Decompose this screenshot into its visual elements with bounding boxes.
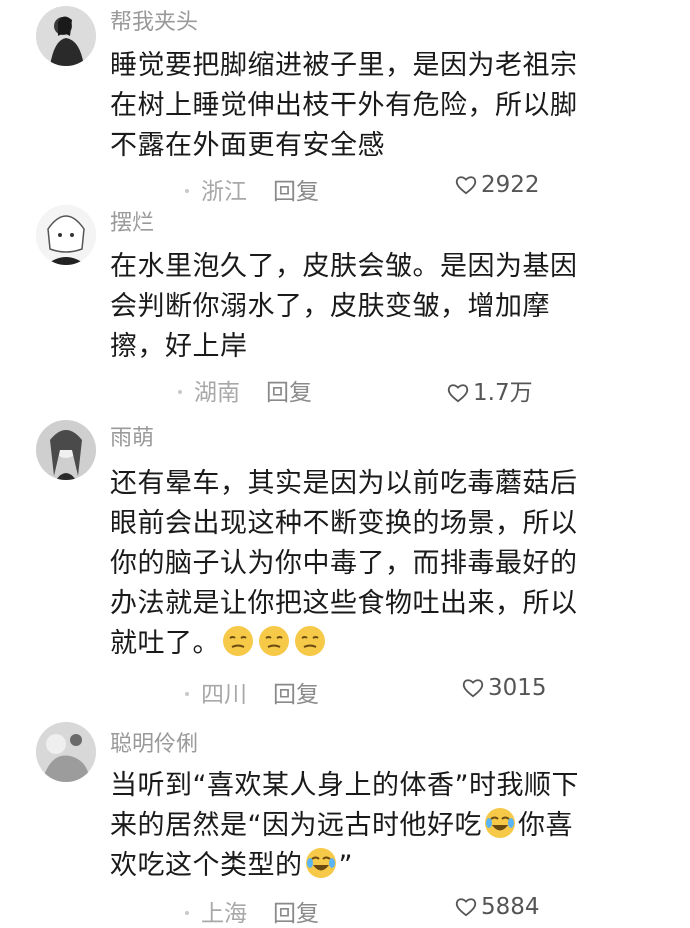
username[interactable]: 帮我夹头 [110,4,198,36]
username[interactable]: 摆烂 [110,205,154,237]
location-label: 湖南 [194,380,240,406]
heart-icon [455,898,477,917]
location-label: 上海 [201,901,247,927]
comment-text: 在水里泡久了，皮肤会皱。是因为基因 会判断你溺水了，皮肤变皱，增加摩 擦，好上岸 [110,247,630,367]
comment-line: 欢吃这个类型的 ” [110,846,630,886]
reply-button[interactable]: 回复 [273,179,319,205]
comment-line: 眼前会出现这种不断变换的场景，所以 [110,508,578,539]
dot-icon [185,911,189,915]
comment-line-text: 就吐了。 [110,628,220,659]
comment-line: 你的脑子认为你中毒了，而排毒最好的 [110,548,578,579]
laugh-cry-emoji-icon [304,846,338,880]
comment-line-text: 欢吃这个类型的 [110,850,303,881]
username[interactable]: 聪明伶俐 [110,726,198,758]
comment-text: 还有晕车，其实是因为以前吃毒蘑菇后 眼前会出现这种不断变换的场景，所以 你的脑子… [110,464,630,664]
like-count: 3015 [488,675,547,701]
avatar[interactable] [36,420,96,480]
laugh-cry-emoji-icon [483,806,517,840]
location-label: 浙江 [201,179,247,205]
smirk-emoji-icon [221,624,255,658]
comment-line: 在树上睡觉伸出枝干外有危险，所以脚 [110,90,578,121]
dot-icon [185,692,189,696]
like-button[interactable]: 2922 [455,172,540,198]
comment-line: 来的居然是“因为远古时他好吃 你喜 [110,806,630,846]
location-label: 四川 [201,682,247,708]
comment-line: 会判断你溺水了，皮肤变皱，增加摩 [110,291,550,322]
avatar[interactable] [36,205,96,265]
comment-line-text: 来的居然是“因为远古时他好吃 [110,810,482,841]
comment-meta: 上海 回复 [185,894,319,928]
reply-button[interactable]: 回复 [273,682,319,708]
comment-line: 还有晕车，其实是因为以前吃毒蘑菇后 [110,468,578,499]
smirk-emoji-icon [293,624,327,658]
comment-text: 睡觉要把脚缩进被子里，是因为老祖宗 在树上睡觉伸出枝干外有危险，所以脚 不露在外… [110,46,630,166]
comment-line: 在水里泡久了，皮肤会皱。是因为基因 [110,251,578,282]
like-count: 2922 [481,172,540,198]
comment-line-text: 你喜 [518,810,573,841]
comment-line-text: ” [338,850,353,881]
avatar[interactable] [36,6,96,66]
like-button[interactable]: 3015 [462,675,547,701]
reply-button[interactable]: 回复 [273,901,319,927]
heart-icon [462,679,484,698]
username[interactable]: 雨萌 [110,420,154,452]
like-count: 5884 [481,894,540,920]
comment-meta: 浙江 回复 [185,172,319,206]
dot-icon [185,189,189,193]
comment-line: 办法就是让你把这些食物吐出来，所以 [110,588,578,619]
comment-text: 当听到“喜欢某人身上的体香”时我顺下 来的居然是“因为远古时他好吃 你喜 欢吃这个… [110,766,630,886]
reply-button[interactable]: 回复 [266,380,312,406]
heart-icon [447,384,469,403]
comment-line: 就吐了。 [110,624,630,664]
comment-line: 擦，好上岸 [110,331,248,362]
comment-line: 不露在外面更有安全感 [110,130,385,161]
like-count: 1.7万 [473,380,533,406]
heart-icon [455,176,477,195]
comment-line: 睡觉要把脚缩进被子里，是因为老祖宗 [110,50,578,81]
dot-icon [178,390,182,394]
comment-meta: 湖南 回复 [178,373,312,407]
smirk-emoji-icon [257,624,291,658]
comment-meta: 四川 回复 [185,675,319,709]
like-button[interactable]: 5884 [455,894,540,920]
avatar[interactable] [36,722,96,782]
comment-line: 当听到“喜欢某人身上的体香”时我顺下 [110,770,579,801]
like-button[interactable]: 1.7万 [447,373,533,407]
